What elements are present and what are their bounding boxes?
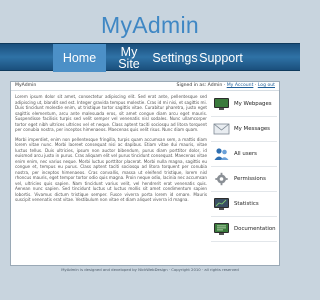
sidebar-item-label: Documentation bbox=[234, 226, 276, 232]
nav-home[interactable]: Home bbox=[53, 44, 106, 72]
signed-in-prefix: Signed in as: bbox=[176, 83, 207, 88]
chart-monitor-icon bbox=[213, 197, 230, 211]
paragraph: Lorem ipsum dolor sit amet, consectetur … bbox=[15, 94, 207, 132]
separator: · bbox=[254, 83, 257, 88]
app-logo-title: MyAdmin bbox=[101, 12, 199, 38]
sidebar-item-label: My Messages bbox=[234, 126, 270, 132]
sidebar-item-my-messages[interactable]: My Messages bbox=[211, 117, 277, 142]
main-nav: Home My Site Settings Support bbox=[0, 43, 300, 72]
top-info-bar: MyAdmin Signed in as: Admin · My Account… bbox=[11, 82, 279, 91]
signed-in-user: Admin bbox=[207, 83, 223, 88]
envelope-icon bbox=[213, 122, 230, 136]
document-monitor-icon bbox=[213, 222, 230, 236]
main-panel: MyAdmin Signed in as: Admin · My Account… bbox=[10, 81, 280, 266]
nav-support[interactable]: Support bbox=[198, 44, 244, 72]
sidebar-item-label: Permissions bbox=[234, 176, 266, 182]
sidebar-item-documentation[interactable]: Documentation bbox=[211, 217, 277, 242]
users-icon bbox=[213, 147, 230, 161]
section-label: MyAdmin bbox=[15, 83, 37, 88]
sidebar-item-all-users[interactable]: All users bbox=[211, 142, 277, 167]
sidebar-item-statistics[interactable]: Statistics bbox=[211, 192, 277, 217]
signed-in-status: Signed in as: Admin · My Account · Log o… bbox=[177, 82, 275, 90]
sidebar-item-label: All users bbox=[234, 151, 257, 157]
nav-settings[interactable]: Settings bbox=[152, 44, 198, 72]
paragraph: Morbi imperdiet, enim non pellentesque f… bbox=[15, 136, 207, 203]
sidebar-menu: My Webpages My Messages All users Permis… bbox=[211, 92, 277, 242]
sidebar-item-my-webpages[interactable]: My Webpages bbox=[211, 92, 277, 117]
nav-my-site[interactable]: My Site bbox=[107, 44, 151, 72]
sidebar-item-label: My Webpages bbox=[234, 101, 272, 107]
sidebar-item-permissions[interactable]: Permissions bbox=[211, 167, 277, 192]
my-account-link[interactable]: My Account bbox=[227, 83, 254, 88]
monitor-icon bbox=[213, 97, 230, 111]
content-text: Lorem ipsum dolor sit amet, consectetur … bbox=[15, 94, 207, 207]
logout-link[interactable]: Log out bbox=[258, 83, 275, 88]
separator: · bbox=[223, 83, 226, 88]
site-header: MyAdmin bbox=[0, 0, 300, 43]
sidebar-item-label: Statistics bbox=[234, 201, 259, 207]
gear-icon bbox=[213, 172, 230, 186]
footer-text: MyAdmin is designed and developed by Nic… bbox=[61, 267, 239, 272]
